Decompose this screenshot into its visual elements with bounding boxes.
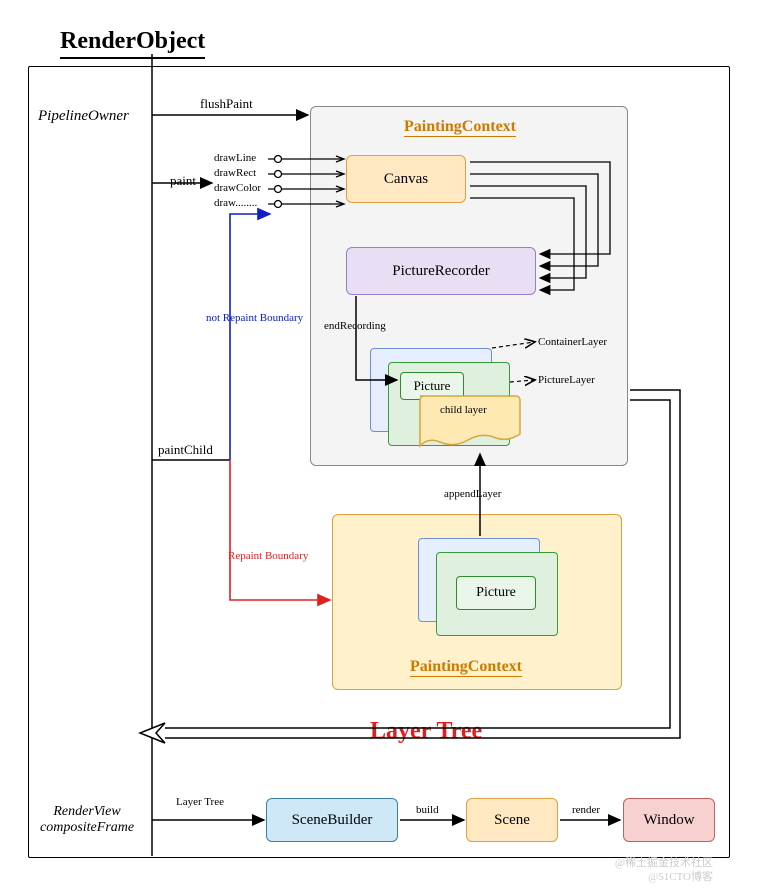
painting-context-1-label: PaintingContext bbox=[404, 118, 516, 137]
watermark-2: @51CTO博客 bbox=[648, 868, 713, 884]
drawline-label: drawLine bbox=[214, 152, 256, 164]
canvas-label: Canvas bbox=[384, 171, 428, 188]
title: RenderObject bbox=[60, 28, 205, 59]
child-layer-card bbox=[416, 392, 526, 456]
append-layer-label: appendLayer bbox=[444, 488, 501, 500]
drawdots-label: draw........ bbox=[214, 197, 257, 209]
repaint-label: Repaint Boundary bbox=[228, 550, 308, 562]
window-box: Window bbox=[623, 798, 715, 842]
renderview-composite-label: RenderView compositeFrame bbox=[40, 804, 134, 836]
end-recording-label: endRecording bbox=[324, 320, 386, 332]
container-layer-label: ContainerLayer bbox=[538, 336, 607, 348]
pipeline-owner-label: PipelineOwner bbox=[38, 108, 129, 125]
picture-2-label: Picture bbox=[476, 585, 516, 601]
scene-builder-label: SceneBuilder bbox=[292, 812, 373, 829]
scene-builder-box: SceneBuilder bbox=[266, 798, 398, 842]
child-layer-label: child layer bbox=[440, 404, 487, 416]
render-label: render bbox=[572, 804, 600, 816]
scene-label: Scene bbox=[494, 812, 530, 829]
not-repaint-label: not Repaint Boundary bbox=[206, 312, 303, 324]
paintchild-label: paintChild bbox=[158, 442, 213, 458]
scene-box: Scene bbox=[466, 798, 558, 842]
drawrect-label: drawRect bbox=[214, 167, 256, 179]
window-label: Window bbox=[643, 812, 694, 829]
picture-2-box: Picture bbox=[456, 576, 536, 610]
layer-tree-big-label: Layer Tree bbox=[370, 718, 482, 745]
painting-context-2-label: PaintingContext bbox=[410, 658, 522, 677]
picture-recorder-box: PictureRecorder bbox=[346, 247, 536, 295]
paint-label: paint bbox=[170, 173, 196, 189]
picture-layer-label: PictureLayer bbox=[538, 374, 595, 386]
picture-recorder-label: PictureRecorder bbox=[392, 263, 489, 280]
flushpaint-label: flushPaint bbox=[200, 96, 253, 112]
drawcolor-label: drawColor bbox=[214, 182, 261, 194]
layer-tree-small-label: Layer Tree bbox=[176, 796, 224, 808]
canvas-box: Canvas bbox=[346, 155, 466, 203]
build-label: build bbox=[416, 804, 439, 816]
